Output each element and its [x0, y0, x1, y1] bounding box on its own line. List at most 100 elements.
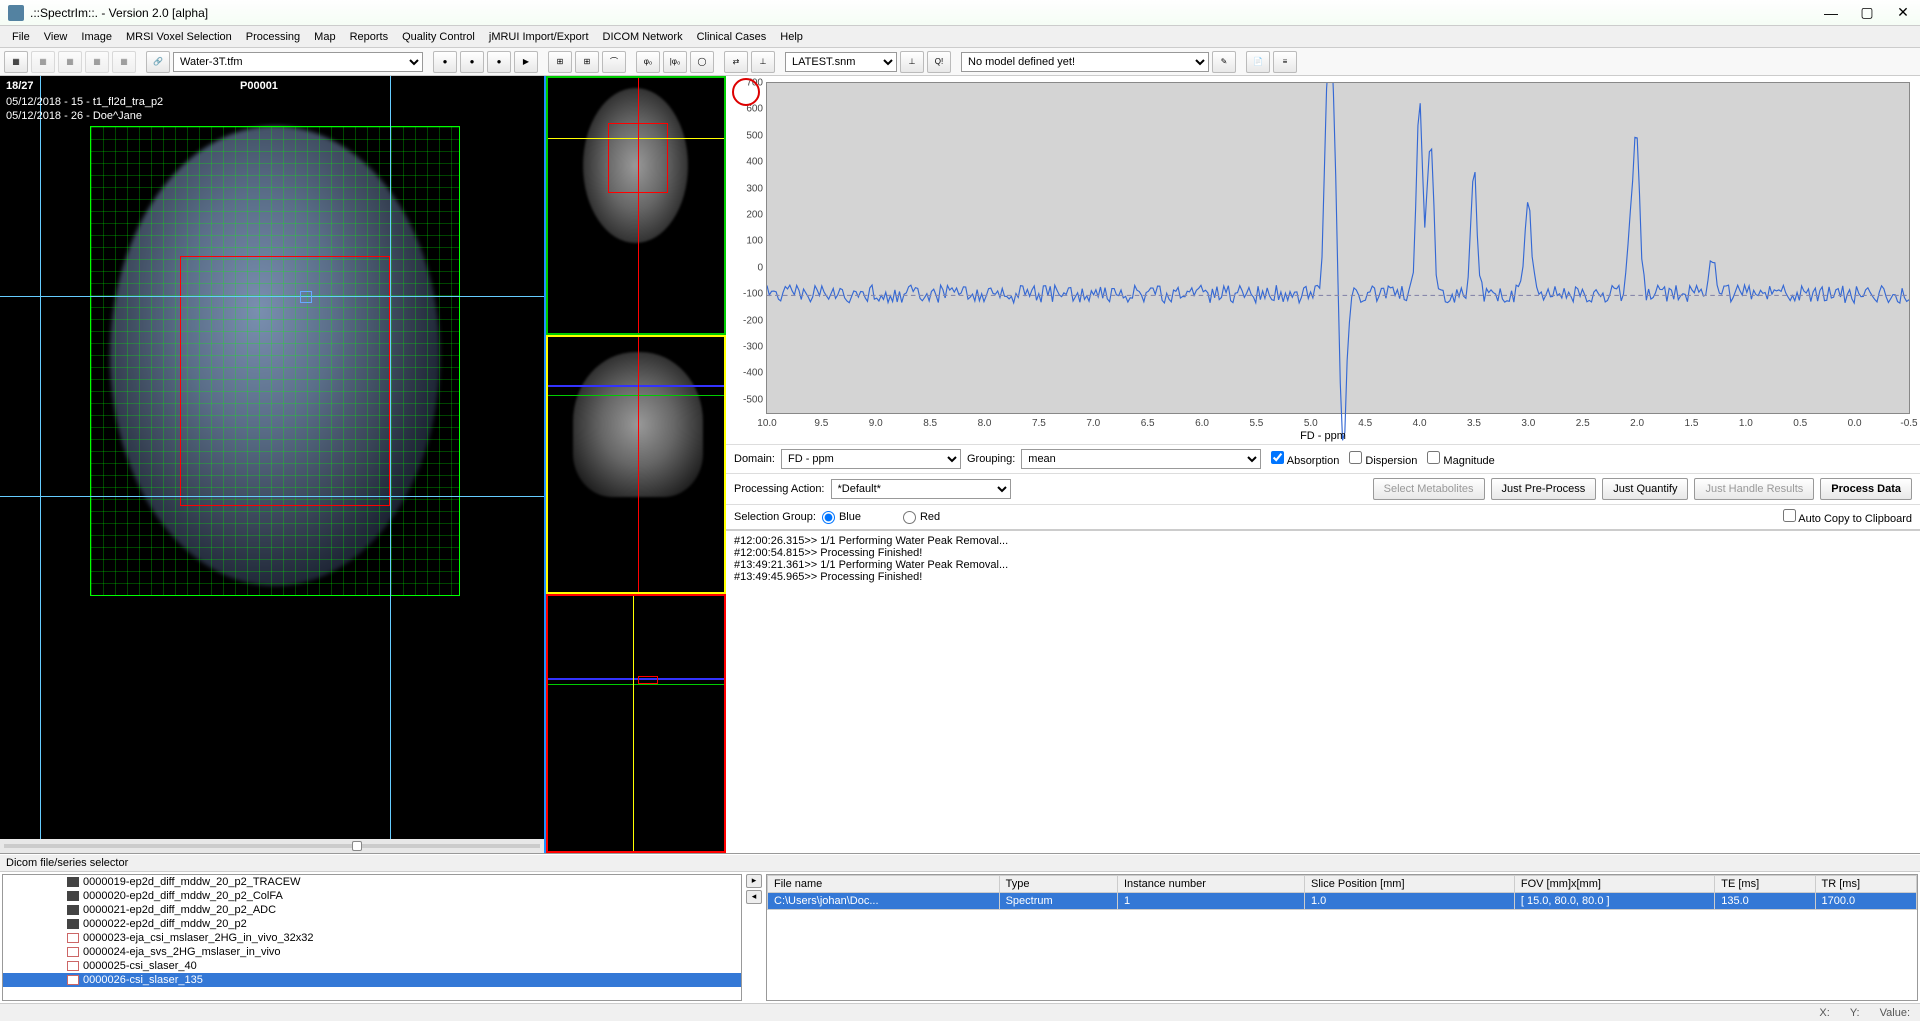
log-area: #12:00:26.315>> 1/1 Performing Water Pea…	[726, 530, 1920, 853]
selected-voxel	[300, 291, 312, 303]
tb-page-icon[interactable]: 📄	[1246, 51, 1270, 73]
file-table[interactable]: File nameTypeInstance numberSlice Positi…	[767, 875, 1917, 910]
tree-item[interactable]: 0000019-ep2d_diff_mddw_20_p2_TRACEW	[3, 875, 741, 889]
table-header[interactable]: TE [ms]	[1715, 876, 1815, 893]
tb-edit-icon[interactable]: ✎	[1212, 51, 1236, 73]
menu-processing[interactable]: Processing	[240, 29, 306, 45]
tb-btn-2[interactable]: ▦	[31, 51, 55, 73]
tree-item[interactable]: 0000021-ep2d_diff_mddw_20_p2_ADC	[3, 903, 741, 917]
table-header[interactable]: File name	[768, 876, 1000, 893]
spectrum-trace	[767, 83, 1909, 460]
tree-item[interactable]: 0000020-ep2d_diff_mddw_20_p2_ColFA	[3, 889, 741, 903]
table-header[interactable]: Type	[999, 876, 1117, 893]
mini1-v	[638, 78, 639, 333]
menu-jmrui[interactable]: jMRUI Import/Export	[483, 29, 595, 45]
menu-reports[interactable]: Reports	[344, 29, 395, 45]
table-header[interactable]: Slice Position [mm]	[1305, 876, 1515, 893]
table-header[interactable]: Instance number	[1117, 876, 1304, 893]
menu-help[interactable]: Help	[774, 29, 809, 45]
tree-item[interactable]: 0000023-eja_csi_mslaser_2HG_in_vivo_32x3…	[3, 931, 741, 945]
tb-list-icon[interactable]: ≡	[1273, 51, 1297, 73]
menu-quality[interactable]: Quality Control	[396, 29, 481, 45]
expand-button[interactable]: ▸	[746, 874, 762, 888]
tb-offset-fd-icon[interactable]: ⊞	[548, 51, 572, 73]
radio-red[interactable]: Red	[903, 511, 940, 524]
maximize-button[interactable]: ▢	[1858, 6, 1876, 20]
tb-dot-icon[interactable]: ●	[487, 51, 511, 73]
tree-item[interactable]: 0000022-ep2d_diff_mddw_20_p2	[3, 917, 741, 931]
axial-mri-view[interactable]: 18/27 P00001 05/12/2018 - 15 - t1_fl2d_t…	[0, 76, 544, 839]
x-axis-label: FD - ppm	[1300, 430, 1346, 442]
menu-mrsi-voxel[interactable]: MRSI Voxel Selection	[120, 29, 238, 45]
menu-view[interactable]: View	[38, 29, 74, 45]
mini-axial-view[interactable]	[546, 76, 726, 335]
tb-baseref-icon[interactable]: ⊥	[900, 51, 924, 73]
menu-dicom[interactable]: DICOM Network	[597, 29, 689, 45]
tb-link-icon[interactable]: 🔗	[146, 51, 170, 73]
tb-flaum-icon[interactable]: ▦	[4, 51, 28, 73]
slice-slider[interactable]	[0, 839, 544, 853]
tb-flip-icon[interactable]: ⇄	[724, 51, 748, 73]
bottom-title: Dicom file/series selector	[0, 854, 1920, 872]
window-buttons: — ▢ ✕	[1822, 6, 1912, 20]
status-value: Value:	[1880, 1007, 1910, 1019]
tb-btn-5[interactable]: ▦	[112, 51, 136, 73]
collapse-button[interactable]: ◂	[746, 890, 762, 904]
tree-item[interactable]: 0000024-eja_svs_2HG_mslaser_in_vivo	[3, 945, 741, 959]
guide-v2	[390, 76, 391, 839]
minimize-button[interactable]: —	[1822, 6, 1840, 20]
mini3-h1	[548, 684, 724, 685]
tb-phi-circle-icon[interactable]: ◯	[690, 51, 714, 73]
tb-phi0b-icon[interactable]: |φ₀	[663, 51, 687, 73]
patient-id: P00001	[240, 80, 278, 92]
annotation-circle	[732, 78, 760, 106]
sel-group-label: Selection Group:	[734, 511, 816, 523]
close-button[interactable]: ✕	[1894, 6, 1912, 20]
tb-apod-icon[interactable]: ⌒	[602, 51, 626, 73]
select-metabolites-button[interactable]: Select Metabolites	[1373, 478, 1485, 500]
just-preprocess-button[interactable]: Just Pre-Process	[1491, 478, 1597, 500]
tree-item[interactable]: 0000026-csi_slaser_135	[3, 973, 741, 987]
tb-phi0-icon[interactable]: φ₀	[636, 51, 660, 73]
tb-flag-icon[interactable]: ▶	[514, 51, 538, 73]
model-dropdown[interactable]: LATEST.snm	[785, 52, 897, 72]
tb-offset-td-icon[interactable]: ⊞	[575, 51, 599, 73]
spectrum-plot-area: 7006005004003002001000-100-200-300-400-5…	[726, 76, 1920, 444]
tb-tdfd-red-icon[interactable]: ●	[433, 51, 457, 73]
radio-blue[interactable]: Blue	[822, 511, 861, 524]
process-data-button[interactable]: Process Data	[1820, 478, 1912, 500]
expand-collapse-buttons: ▸ ◂	[746, 874, 762, 1001]
tb-hsvd-icon[interactable]: ●	[460, 51, 484, 73]
proc-action-label: Processing Action:	[734, 483, 825, 495]
menu-map[interactable]: Map	[308, 29, 341, 45]
just-handle-button[interactable]: Just Handle Results	[1694, 478, 1814, 500]
slider-thumb[interactable]	[352, 841, 362, 851]
model-status-dropdown[interactable]: No model defined yet!	[961, 52, 1209, 72]
tb-btn-3[interactable]: ▦	[58, 51, 82, 73]
preset-dropdown[interactable]: Water-3T.tfm	[173, 52, 423, 72]
table-header[interactable]: FOV [mm]x[mm]	[1514, 876, 1714, 893]
status-x: X:	[1819, 1007, 1829, 1019]
just-quantify-button[interactable]: Just Quantify	[1602, 478, 1688, 500]
menu-clinical[interactable]: Clinical Cases	[691, 29, 773, 45]
mini-sagittal-view[interactable]	[546, 594, 726, 853]
selection-row: Selection Group: Blue Red Auto Copy to C…	[726, 504, 1920, 530]
series-tree[interactable]: 0000019-ep2d_diff_mddw_20_p2_TRACEW00000…	[2, 874, 742, 1001]
auto-copy-check[interactable]: Auto Copy to Clipboard	[1779, 509, 1912, 525]
menu-image[interactable]: Image	[75, 29, 118, 45]
tb-baseline-icon[interactable]: ⊥	[751, 51, 775, 73]
table-row[interactable]: C:\Users\johan\Doc...Spectrum11.0[ 15.0,…	[768, 893, 1917, 910]
mini-coronal-view[interactable]	[546, 335, 726, 594]
tb-q-icon[interactable]: Q!	[927, 51, 951, 73]
table-header[interactable]: TR [ms]	[1815, 876, 1917, 893]
status-y: Y:	[1850, 1007, 1860, 1019]
tb-btn-4[interactable]: ▦	[85, 51, 109, 73]
menu-file[interactable]: File	[6, 29, 36, 45]
spectrum-plot[interactable]: 7006005004003002001000-100-200-300-400-5…	[766, 82, 1910, 414]
tree-item[interactable]: 0000025-csi_slaser_40	[3, 959, 741, 973]
title-bar: .::SpectrIm::. - Version 2.0 [alpha] — ▢…	[0, 0, 1920, 26]
mini1-h	[548, 138, 724, 139]
proc-action-select[interactable]: *Default*	[831, 479, 1011, 499]
mini3-roi	[638, 676, 658, 684]
processing-row: Processing Action: *Default* Select Meta…	[726, 473, 1920, 504]
